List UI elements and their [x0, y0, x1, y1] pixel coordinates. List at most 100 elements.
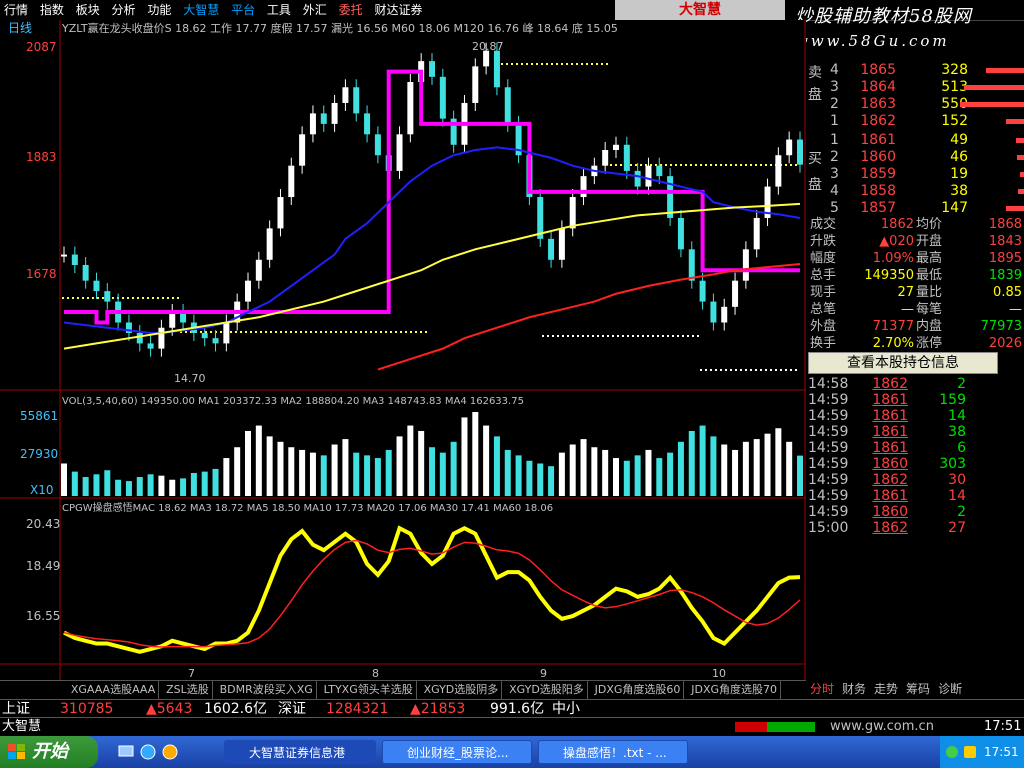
buy-row[interactable]: 3 1859 19: [806, 166, 1024, 183]
menu-pingtai[interactable]: 平台: [227, 0, 259, 20]
task-notepad-label: 操盘感悟！.txt - ...: [563, 746, 667, 760]
volume-bar: [374, 458, 381, 496]
sell-depth-bar: [986, 68, 1024, 73]
task-forum-label: 创业财经_股票论...: [407, 746, 509, 760]
buy-level: 2: [830, 149, 839, 165]
volume-bar: [797, 455, 803, 496]
stat-value: 1.09%: [872, 251, 914, 266]
stat-value: 1862: [880, 217, 914, 232]
tab-fenshi[interactable]: 分时: [806, 680, 838, 698]
tab-bdmr[interactable]: BDMR波段买入XG: [217, 681, 317, 699]
stat-value-2: 1868: [988, 217, 1022, 232]
tick-row: 14:58 1862 2: [806, 376, 1024, 392]
ie-icon[interactable]: [140, 744, 156, 760]
buy-level: 5: [830, 200, 839, 216]
tab-caiwu[interactable]: 财务: [838, 680, 870, 698]
tab-xgyd-yang[interactable]: XGYD选股阳多: [506, 681, 588, 699]
buy-price: 1861: [860, 132, 896, 148]
sell-row[interactable]: 3 1864 513: [806, 79, 1024, 96]
task-forum[interactable]: 创业财经_股票论...: [382, 740, 532, 764]
volume-bar: [71, 471, 78, 496]
stat-value-2: 2026: [988, 336, 1022, 351]
sz-change: ▲21853: [410, 701, 466, 717]
volume-bar: [125, 481, 132, 496]
buy-row[interactable]: 5 1857 147: [806, 200, 1024, 217]
volume-bar: [223, 458, 230, 496]
menu-waihui[interactable]: 外汇: [299, 0, 331, 20]
volume-bar: [786, 441, 793, 496]
tab-xgaaa[interactable]: XGAAA选股AAA: [68, 681, 160, 699]
tab-chouma[interactable]: 筹码: [902, 680, 934, 698]
view-holdings-button[interactable]: 查看本股持仓信息: [808, 352, 998, 374]
menu-gongju[interactable]: 工具: [263, 0, 295, 20]
task-dazhihui[interactable]: 大智慧证券信息港: [224, 740, 376, 764]
volume-bar: [688, 430, 695, 496]
stat-label: 成交: [810, 217, 837, 232]
menu-weituo[interactable]: 委托: [335, 0, 367, 20]
menu-bankuai[interactable]: 板块: [72, 0, 104, 20]
brand-logo: 大智慧: [615, 0, 785, 20]
index-status-bar: 上证 310785 ▲5643 1602.6亿 深证 1284321 ▲2185…: [0, 699, 1024, 718]
buy-depth-bar: [1020, 172, 1024, 177]
volume-bar: [136, 477, 143, 496]
tick-time: 14:59: [808, 440, 849, 456]
tab-ltyxg[interactable]: LTYXG领头羊选股: [321, 681, 417, 699]
annot-low: 14.70: [174, 372, 206, 385]
volume-bar: [504, 449, 511, 496]
volume-bar: [255, 425, 262, 496]
period-label[interactable]: 日线: [8, 21, 32, 35]
menu-gongneng[interactable]: 功能: [143, 0, 175, 20]
sz-label: 深证: [278, 701, 306, 717]
media-icon[interactable]: [162, 744, 178, 760]
volume-bar: [277, 441, 284, 496]
buy-depth-bar: [1006, 206, 1024, 211]
ytick-main-1: 1883: [26, 150, 57, 164]
sell-row[interactable]: 4 1865 328: [806, 62, 1024, 79]
network-icon[interactable]: [946, 746, 958, 758]
tick-row: 14:59 1861 14: [806, 488, 1024, 504]
menu-hangqing[interactable]: 行情: [0, 0, 32, 20]
tab-zhenduan[interactable]: 诊断: [934, 680, 966, 698]
tab-xgyd-yin[interactable]: XGYD选股阴多: [421, 681, 503, 699]
volume-bar: [775, 428, 782, 496]
system-tray: 17:51: [940, 736, 1024, 768]
buy-row[interactable]: 4 1858 38: [806, 183, 1024, 200]
website-url: www.gw.com.cn: [830, 719, 934, 734]
volume-bar: [580, 439, 587, 496]
sh-change: ▲5643: [146, 701, 193, 717]
menu-dazhihui[interactable]: 大智慧: [179, 0, 223, 20]
windows-logo-icon: [8, 744, 26, 760]
app-name: 大智慧: [2, 719, 42, 734]
stat-label: 外盘: [810, 319, 837, 334]
buy-volume: 19: [950, 166, 968, 182]
sell-row[interactable]: 1 1862 152: [806, 113, 1024, 130]
tab-zsl[interactable]: ZSL选股: [163, 681, 213, 699]
sell-price: 1864: [860, 79, 896, 95]
stat-row: 总手 149350 最低 1839: [806, 267, 1024, 284]
volume-bar: [537, 463, 544, 496]
volume-bar: [439, 452, 446, 496]
tick-price: 1862: [872, 472, 908, 488]
sell-depth-bar: [1006, 119, 1024, 124]
menu-fenxi[interactable]: 分析: [108, 0, 140, 20]
tab-jdxg60[interactable]: JDXG角度选股60: [592, 681, 685, 699]
tick-time: 14:59: [808, 504, 849, 520]
menu-caida[interactable]: 财达证券: [370, 0, 426, 20]
volume-bar: [645, 449, 652, 496]
volume-bar: [201, 471, 208, 496]
tab-zoushi[interactable]: 走势: [870, 680, 902, 698]
panel-tabs: 分时 财务 走势 筹码 诊断: [806, 680, 1024, 698]
task-notepad[interactable]: 操盘感悟！.txt - ...: [538, 740, 688, 764]
buy-row[interactable]: 1 1861 49: [806, 132, 1024, 149]
buy-row[interactable]: 2 1860 46: [806, 149, 1024, 166]
volume-icon[interactable]: [964, 746, 976, 758]
tab-jdxg70[interactable]: JDXG角度选股70: [688, 681, 782, 699]
kline-chart[interactable]: 日线 YZLT赢在龙头收盘价S 18.62 工作 17.77 度假 17.57 …: [0, 20, 806, 680]
sell-row[interactable]: 2 1863 550: [806, 96, 1024, 113]
volume-bar: [82, 477, 89, 496]
stat-value: ▲020: [879, 234, 914, 249]
desktop-icon[interactable]: [118, 744, 134, 760]
menu-zhishu[interactable]: 指数: [36, 0, 68, 20]
volume-bar: [407, 425, 414, 496]
tick-volume: 38: [948, 424, 966, 440]
